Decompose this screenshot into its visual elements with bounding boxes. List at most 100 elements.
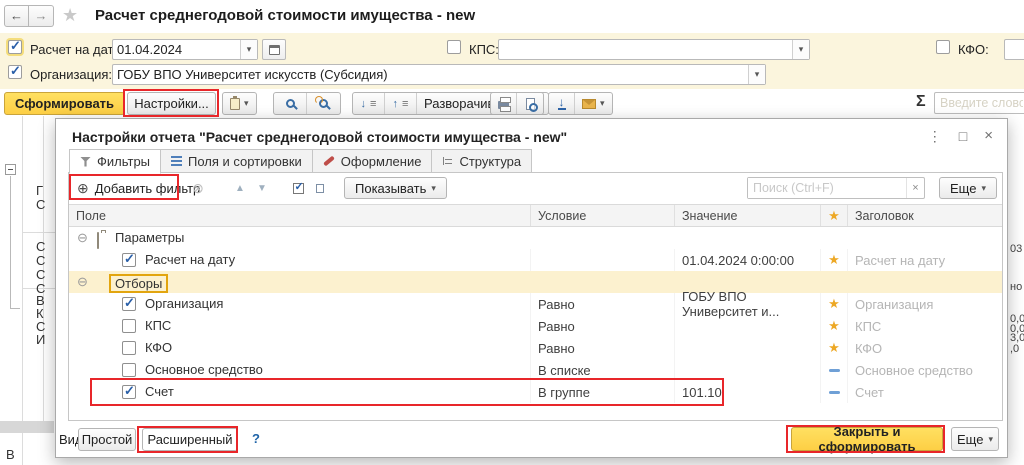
org-filter-checkbox[interactable]: ✓ — [8, 63, 22, 79]
row-title[interactable]: КФО — [847, 337, 1002, 359]
dialog-menu-button[interactable]: ⋮ — [928, 128, 942, 144]
forward-button[interactable]: → — [29, 5, 54, 27]
clear-search-button[interactable]: × — [906, 178, 924, 198]
table-row-kfo[interactable]: КФО Равно ★ КФО — [69, 337, 1002, 359]
settings-button[interactable]: Настройки... — [127, 92, 216, 115]
table-row-organization[interactable]: ✓ Организация Равно ГОБУ ВПО Университет… — [69, 289, 1002, 319]
row-condition[interactable] — [530, 249, 674, 271]
row-checkbox[interactable] — [122, 363, 136, 377]
row-star-flag[interactable]: ★ — [820, 249, 847, 271]
report-variants-button[interactable]: ▾ — [223, 93, 256, 114]
column-header-value[interactable]: Значение — [674, 205, 820, 226]
table-quick-search-input[interactable] — [934, 92, 1024, 114]
show-dropdown-button[interactable]: Показывать ▾ — [344, 177, 447, 199]
remove-filter-button[interactable]: ⊗ — [187, 177, 209, 199]
move-down-button[interactable]: ▼ — [251, 177, 273, 199]
tab-fields-sorting[interactable]: Поля и сортировки — [160, 149, 313, 173]
row-title[interactable]: Расчет на дату — [847, 249, 1002, 271]
collapse-icon[interactable]: ⊖ — [77, 274, 88, 290]
date-filter-checkbox[interactable]: ✓ — [8, 38, 22, 54]
row-star-flag[interactable]: ★ — [820, 315, 847, 337]
collapse-all-button[interactable]: ↓ ≡ — [353, 93, 385, 114]
filters-search-input[interactable] — [748, 178, 906, 198]
kps-dropdown-button[interactable]: ▾ — [792, 40, 809, 59]
row-value[interactable]: 01.04.2024 0:00:00 — [674, 249, 820, 271]
row-value[interactable]: ГОБУ ВПО Университет и... — [674, 289, 820, 319]
tab-appearance[interactable]: Оформление — [311, 149, 433, 173]
fields-list-icon — [171, 156, 183, 166]
move-up-button[interactable]: ▲ — [229, 177, 251, 199]
org-input[interactable] — [113, 65, 748, 84]
calendar-button[interactable] — [262, 39, 286, 60]
table-row-selections-group[interactable]: ⊖ Отборы — [69, 271, 1002, 293]
row-condition[interactable]: Равно — [530, 293, 674, 315]
favorite-star-icon[interactable]: ★ — [62, 5, 78, 26]
add-filter-button[interactable]: ⊕ Добавить фильтр — [77, 177, 200, 199]
date-dropdown-button[interactable]: ▾ — [240, 40, 257, 59]
close-and-generate-button[interactable]: Закрыть и сформировать — [791, 424, 943, 454]
column-header-field[interactable]: Поле — [69, 205, 530, 226]
row-condition[interactable]: Равно — [530, 315, 674, 337]
remove-circle-icon: ⊗ — [192, 179, 204, 196]
row-dash-flag[interactable] — [820, 381, 847, 403]
collapse-icon[interactable]: ⊖ — [77, 230, 88, 246]
table-row-kps[interactable]: КПС Равно ★ КПС — [69, 315, 1002, 337]
row-condition[interactable]: В списке — [530, 359, 674, 381]
row-value[interactable] — [674, 337, 820, 359]
row-checkbox[interactable]: ✓ — [122, 295, 136, 311]
generate-button[interactable]: Сформировать — [4, 92, 126, 115]
expand-all-button[interactable]: ↑ ≡ — [385, 93, 417, 114]
send-email-button[interactable]: ▾ — [575, 93, 612, 114]
column-header-title[interactable]: Заголовок — [847, 205, 1002, 226]
row-dash-flag[interactable] — [820, 359, 847, 381]
row-checkbox[interactable]: ✓ — [122, 251, 136, 267]
row-value[interactable] — [674, 359, 820, 381]
help-button[interactable]: ? — [252, 431, 260, 446]
row-star-flag[interactable]: ★ — [820, 293, 847, 315]
kfo-input[interactable] — [1005, 40, 1024, 59]
kfo-checkbox[interactable] — [936, 40, 950, 54]
footer-more-button[interactable]: Еще ▾ — [951, 427, 999, 451]
table-row-fixed-asset[interactable]: Основное средство В списке Основное сред… — [69, 359, 1002, 381]
row-checkbox[interactable] — [122, 319, 136, 333]
report-text-fragment: Г — [36, 183, 44, 198]
column-header-star[interactable]: ★ — [820, 205, 847, 226]
row-title[interactable]: КПС — [847, 315, 1002, 337]
report-collapse-icon[interactable] — [5, 164, 16, 175]
table-row-account[interactable]: ✓ Счет В группе 101.10 Счет — [69, 381, 1002, 403]
row-title[interactable]: Основное средство — [847, 359, 1002, 381]
row-value[interactable] — [674, 315, 820, 337]
find-next-button[interactable] — [307, 93, 340, 114]
save-file-button[interactable]: ↓ — [549, 93, 575, 114]
check-all-button[interactable]: ✓ — [287, 177, 309, 199]
back-button[interactable]: ← — [4, 5, 29, 27]
table-row-parameters-group[interactable]: ⊖ Параметры — [69, 227, 1002, 249]
row-condition[interactable]: Равно — [530, 337, 674, 359]
column-header-condition[interactable]: Условие — [530, 205, 674, 226]
row-title[interactable]: Счет — [847, 381, 1002, 403]
tab-filters[interactable]: Фильтры — [69, 149, 162, 174]
kps-checkbox[interactable] — [447, 40, 461, 54]
org-dropdown-button[interactable]: ▾ — [748, 65, 765, 84]
tab-structure[interactable]: Структура — [431, 149, 533, 173]
table-row-calc-date[interactable]: ✓ Расчет на дату 01.04.2024 0:00:00 ★ Ра… — [69, 249, 1002, 271]
row-title[interactable]: Организация — [847, 293, 1002, 315]
view-simple-button[interactable]: Простой — [78, 428, 136, 451]
kps-field: ▾ — [498, 39, 810, 60]
view-extended-button[interactable]: Расширенный — [142, 428, 238, 451]
row-condition[interactable]: В группе — [530, 381, 674, 403]
uncheck-all-button[interactable] — [309, 177, 331, 199]
row-checkbox[interactable]: ✓ — [122, 383, 136, 399]
kps-input[interactable] — [499, 40, 792, 59]
row-star-flag[interactable]: ★ — [820, 337, 847, 359]
find-button[interactable] — [274, 93, 307, 114]
row-value[interactable]: 101.10 — [674, 381, 820, 403]
print-preview-button[interactable] — [517, 93, 543, 114]
dialog-maximize-button[interactable]: □ — [959, 128, 967, 144]
print-button[interactable] — [491, 93, 517, 114]
date-input[interactable] — [113, 40, 240, 59]
row-checkbox[interactable] — [122, 341, 136, 355]
filters-more-button[interactable]: Еще ▾ — [939, 177, 997, 199]
print-group — [490, 92, 544, 115]
dialog-close-button[interactable]: × — [984, 128, 993, 144]
